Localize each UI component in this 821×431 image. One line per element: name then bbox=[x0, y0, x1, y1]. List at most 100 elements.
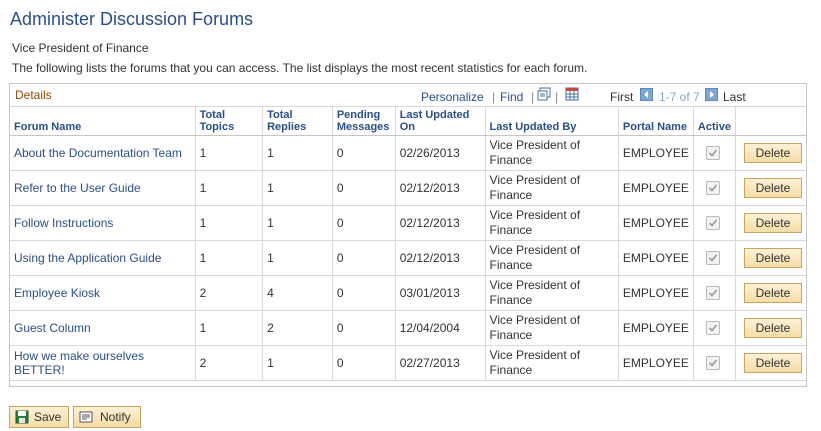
notify-label: Notify bbox=[100, 410, 131, 424]
delete-button[interactable]: Delete bbox=[743, 318, 802, 338]
grid-caption: Details bbox=[15, 88, 52, 102]
delete-button[interactable]: Delete bbox=[743, 353, 802, 373]
col-last-updated-on[interactable]: Last Updated On bbox=[395, 106, 486, 136]
page-description: The following lists the forums that you … bbox=[12, 61, 588, 75]
col-forum-name[interactable]: Forum Name bbox=[10, 106, 196, 136]
view-all-icon[interactable] bbox=[537, 87, 551, 101]
active-checkbox[interactable] bbox=[705, 146, 720, 161]
table-row: Refer to the User Guide 1 1 0 02/12/2013 Vice… bbox=[10, 170, 806, 206]
total-topics-cell: 1 bbox=[195, 310, 264, 346]
next-arrow-icon[interactable] bbox=[705, 88, 718, 101]
total-replies-cell: 1 bbox=[262, 240, 333, 276]
forum-name-link[interactable]: Refer to the User Guide bbox=[10, 170, 196, 206]
portal-name-cell: EMPLOYEE bbox=[618, 310, 694, 346]
grid-header-bar: Details Personalize | Find | | First 1-7… bbox=[10, 84, 806, 106]
col-total-topics[interactable]: Total Topics bbox=[195, 106, 264, 136]
last-updated-by-cell: Vice President of Finance bbox=[485, 275, 619, 311]
active-checkbox[interactable] bbox=[705, 251, 720, 266]
delete-button[interactable]: Delete bbox=[743, 213, 802, 233]
pending-messages-cell: 0 bbox=[332, 135, 396, 171]
last-updated-by-cell: Vice President of Finance bbox=[485, 135, 619, 171]
active-checkbox[interactable] bbox=[705, 286, 720, 301]
pending-messages-cell: 0 bbox=[332, 310, 396, 346]
active-cell bbox=[693, 205, 736, 241]
total-topics-cell: 1 bbox=[195, 135, 264, 171]
total-replies-cell: 2 bbox=[262, 310, 333, 346]
table-row: Employee Kiosk 2 4 0 03/01/2013 Vice Presiden… bbox=[10, 275, 806, 311]
total-topics-cell: 1 bbox=[195, 205, 264, 241]
last-updated-by-cell: Vice President of Finance bbox=[485, 310, 619, 346]
forum-name-link[interactable]: How we make ourselves BETTER! bbox=[10, 345, 196, 381]
portal-name-cell: EMPLOYEE bbox=[618, 345, 694, 381]
save-icon bbox=[15, 410, 29, 424]
delete-button[interactable]: Delete bbox=[743, 283, 802, 303]
nav-separator: | bbox=[555, 90, 559, 104]
notify-button[interactable]: Notify bbox=[73, 406, 141, 428]
table-row: Guest Column 1 2 0 12/04/2004 Vice President … bbox=[10, 310, 806, 346]
active-checkbox[interactable] bbox=[705, 321, 720, 336]
portal-name-cell: EMPLOYEE bbox=[618, 135, 694, 171]
col-total-replies[interactable]: Total Replies bbox=[262, 106, 333, 136]
total-topics-cell: 2 bbox=[195, 275, 264, 311]
last-updated-on-cell: 02/12/2013 bbox=[395, 240, 486, 276]
forum-name-link[interactable]: Follow Instructions bbox=[10, 205, 196, 241]
last-updated-by-cell: Vice President of Finance bbox=[485, 345, 619, 381]
active-checkbox[interactable] bbox=[705, 181, 720, 196]
last-updated-by-cell: Vice President of Finance bbox=[485, 240, 619, 276]
table-row: How we make ourselves BETTER! 2 1 0 02/27/20… bbox=[10, 345, 806, 381]
find-link[interactable]: Find bbox=[500, 90, 523, 104]
last-updated-on-cell: 02/27/2013 bbox=[395, 345, 486, 381]
last-updated-on-cell: 02/12/2013 bbox=[395, 170, 486, 206]
delete-cell: Delete bbox=[735, 275, 806, 311]
download-spreadsheet-icon[interactable] bbox=[565, 87, 579, 101]
total-replies-cell: 1 bbox=[262, 345, 333, 381]
active-checkbox[interactable] bbox=[705, 356, 720, 371]
forum-name-link[interactable]: About the Documentation Team bbox=[10, 135, 196, 171]
last-updated-on-cell: 02/12/2013 bbox=[395, 205, 486, 241]
last-label[interactable]: Last bbox=[723, 90, 746, 104]
forum-name-link[interactable]: Employee Kiosk bbox=[10, 275, 196, 311]
first-label[interactable]: First bbox=[610, 90, 633, 104]
save-button[interactable]: Save bbox=[9, 406, 69, 428]
delete-button[interactable]: Delete bbox=[743, 248, 802, 268]
active-cell bbox=[693, 275, 736, 311]
delete-button[interactable]: Delete bbox=[743, 178, 802, 198]
portal-name-cell: EMPLOYEE bbox=[618, 170, 694, 206]
table-header-row: Forum Name Total Topics Total Replies Pe… bbox=[10, 106, 806, 136]
active-checkbox[interactable] bbox=[705, 216, 720, 231]
total-replies-cell: 1 bbox=[262, 135, 333, 171]
notify-icon bbox=[79, 410, 93, 424]
col-delete bbox=[735, 106, 806, 136]
portal-name-cell: EMPLOYEE bbox=[618, 205, 694, 241]
total-topics-cell: 1 bbox=[195, 240, 264, 276]
last-updated-on-cell: 12/04/2004 bbox=[395, 310, 486, 346]
col-last-updated-by[interactable]: Last Updated By bbox=[485, 106, 619, 136]
total-topics-cell: 2 bbox=[195, 345, 264, 381]
forum-name-link[interactable]: Using the Application Guide bbox=[10, 240, 196, 276]
page-title: Administer Discussion Forums bbox=[10, 9, 254, 29]
portal-name-cell: EMPLOYEE bbox=[618, 240, 694, 276]
active-cell bbox=[693, 135, 736, 171]
page-subtitle: Vice President of Finance bbox=[12, 41, 149, 55]
col-active[interactable]: Active bbox=[693, 106, 736, 136]
forums-table: Forum Name Total Topics Total Replies Pe… bbox=[10, 106, 806, 381]
delete-cell: Delete bbox=[735, 240, 806, 276]
active-cell bbox=[693, 170, 736, 206]
previous-arrow-icon[interactable] bbox=[640, 88, 653, 101]
forum-name-link[interactable]: Guest Column bbox=[10, 310, 196, 346]
table-row: Using the Application Guide 1 1 0 02/12/2013… bbox=[10, 240, 806, 276]
delete-button[interactable]: Delete bbox=[743, 143, 802, 163]
delete-cell: Delete bbox=[735, 345, 806, 381]
last-updated-on-cell: 02/26/2013 bbox=[395, 135, 486, 171]
personalize-link[interactable]: Personalize bbox=[421, 90, 484, 104]
col-pending-messages[interactable]: Pending Messages bbox=[332, 106, 396, 136]
active-cell bbox=[693, 310, 736, 346]
delete-cell: Delete bbox=[735, 135, 806, 171]
active-cell bbox=[693, 240, 736, 276]
pending-messages-cell: 0 bbox=[332, 275, 396, 311]
delete-cell: Delete bbox=[735, 170, 806, 206]
col-portal-name[interactable]: Portal Name bbox=[618, 106, 694, 136]
row-range: 1-7 of 7 bbox=[659, 90, 700, 104]
total-replies-cell: 1 bbox=[262, 205, 333, 241]
nav-separator: | bbox=[531, 90, 535, 104]
